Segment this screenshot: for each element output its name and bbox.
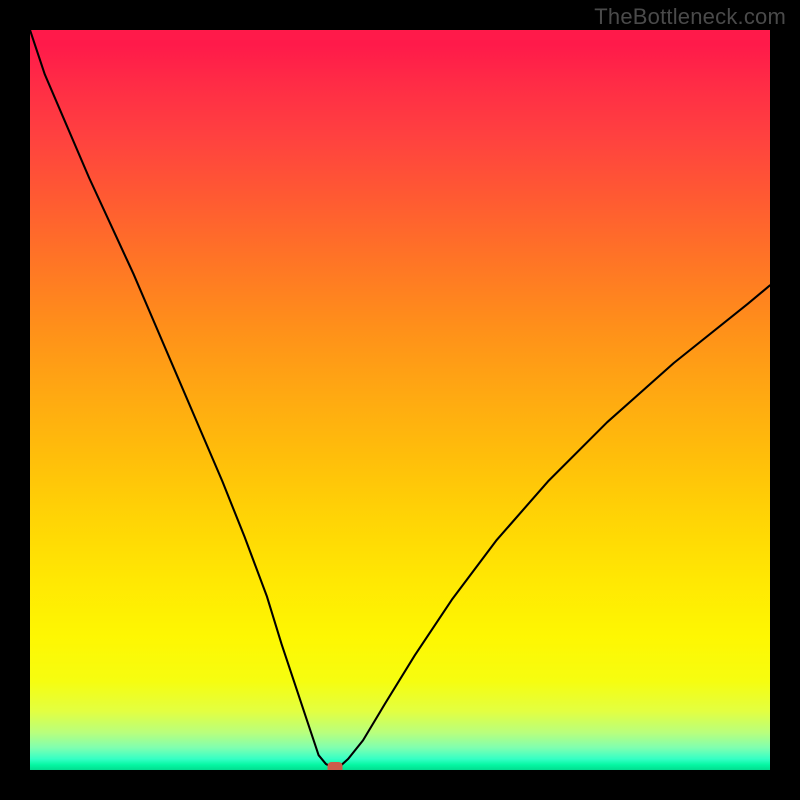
optimal-marker xyxy=(327,762,342,770)
curve-svg xyxy=(30,30,770,770)
chart-container: TheBottleneck.com xyxy=(0,0,800,800)
plot-area xyxy=(30,30,770,770)
bottleneck-curve xyxy=(30,30,770,768)
watermark-text: TheBottleneck.com xyxy=(594,4,786,30)
